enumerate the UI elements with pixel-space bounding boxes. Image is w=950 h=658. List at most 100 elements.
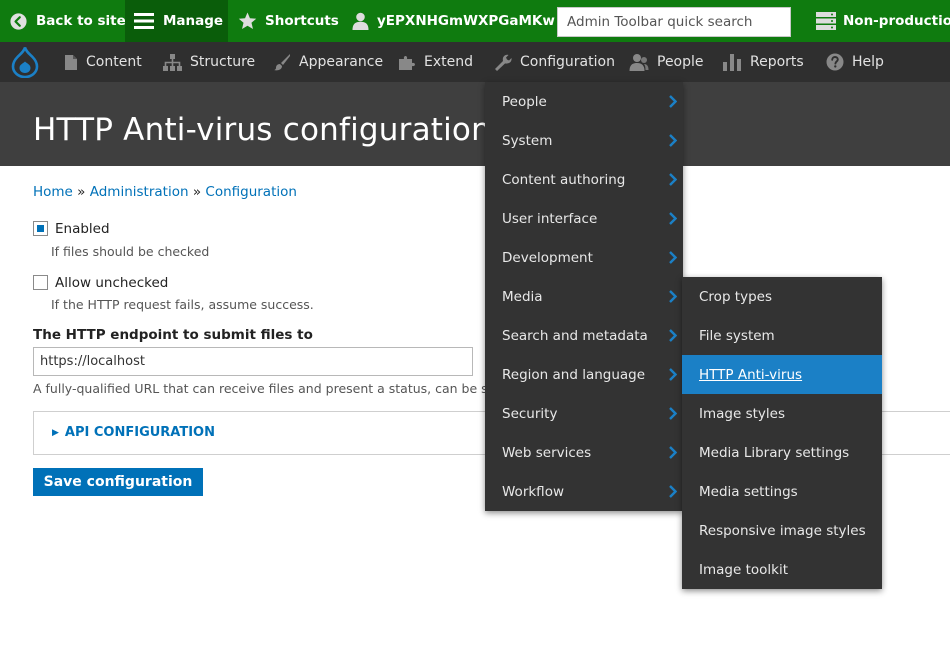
config-menu-item-label: Web services <box>502 444 592 461</box>
media-menu-item-label: HTTP Anti-virus <box>699 366 803 383</box>
config-menu-item-label: Development <box>502 249 593 266</box>
config-menu-item-media[interactable]: Media <box>485 277 683 316</box>
admin-menu-people-label: People <box>657 54 704 70</box>
admin-toolbar: Back to site Manage Shortcuts yEPXNHGmWX… <box>0 0 950 42</box>
user-icon <box>352 12 369 30</box>
media-menu-item-label: Crop types <box>699 288 772 305</box>
config-menu-item-label: Region and language <box>502 366 646 383</box>
media-menu-item-label: Media settings <box>699 483 798 500</box>
config-menu-item-label: Security <box>502 405 558 422</box>
chevron-right-icon <box>669 290 677 303</box>
media-menu-item-label: Responsive image styles <box>699 522 866 539</box>
breadcrumb-administration-link[interactable]: Administration <box>90 184 189 200</box>
back-to-site-link[interactable]: Back to site <box>10 0 126 42</box>
arrow-left-circle-icon <box>10 12 27 30</box>
document-icon <box>65 54 77 70</box>
breadcrumb-home-link[interactable]: Home <box>33 184 73 200</box>
media-menu-item-http-anti-virus[interactable]: HTTP Anti-virus <box>682 355 882 394</box>
chevron-right-icon <box>669 212 677 225</box>
user-tab[interactable]: yEPXNHGmWXPGaMKw <box>352 0 555 42</box>
media-menu-item-label: Media Library settings <box>699 444 850 461</box>
chevron-right-icon <box>669 134 677 147</box>
puzzle-icon <box>399 55 415 70</box>
endpoint-url-input[interactable] <box>33 347 473 376</box>
shortcuts-label: Shortcuts <box>265 13 339 29</box>
config-menu-item-label: User interface <box>502 210 598 227</box>
config-menu-item-label: Content authoring <box>502 171 626 188</box>
config-menu-item-user-interface[interactable]: User interface <box>485 199 683 238</box>
config-menu-item-people[interactable]: People <box>485 82 683 121</box>
config-menu-item-region-and-language[interactable]: Region and language <box>485 355 683 394</box>
admin-menu-people[interactable]: People <box>629 42 704 82</box>
media-menu-item-file-system[interactable]: File system <box>682 316 882 355</box>
admin-menu-help[interactable]: Help <box>826 42 884 82</box>
config-menu-item-label: Media <box>502 288 543 305</box>
admin-menu-structure-label: Structure <box>190 54 256 70</box>
media-menu-item-media-settings[interactable]: Media settings <box>682 472 882 511</box>
admin-menu-help-label: Help <box>852 54 884 70</box>
chevron-right-icon <box>669 368 677 381</box>
enabled-label[interactable]: Enabled <box>55 221 110 237</box>
shortcuts-tab[interactable]: Shortcuts <box>238 0 339 42</box>
media-menu-item-label: Image styles <box>699 405 785 422</box>
config-menu-item-security[interactable]: Security <box>485 394 683 433</box>
admin-toolbar-search-input[interactable] <box>557 7 791 37</box>
config-menu-item-label: People <box>502 93 547 110</box>
admin-menu-reports[interactable]: Reports <box>723 42 804 82</box>
admin-menu-structure[interactable]: Structure <box>163 42 255 82</box>
media-menu-item-label: Image toolkit <box>699 561 788 578</box>
back-to-site-label: Back to site <box>36 13 126 29</box>
admin-menu-bar: Content Structure Appearance Extend Conf… <box>0 42 950 82</box>
admin-menu-appearance-label: Appearance <box>299 54 384 70</box>
hamburger-icon <box>134 13 154 29</box>
config-menu-item-content-authoring[interactable]: Content authoring <box>485 160 683 199</box>
config-menu-item-label: Workflow <box>502 483 564 500</box>
breadcrumb-separator: » <box>77 184 86 200</box>
endpoint-description: A fully-qualified URL that can receive f… <box>33 381 531 396</box>
allow-unchecked-checkbox[interactable] <box>33 275 48 290</box>
chevron-right-icon <box>669 407 677 420</box>
drupal-logo-icon[interactable] <box>10 46 40 78</box>
media-menu-item-label: File system <box>699 327 775 344</box>
manage-tab[interactable]: Manage <box>125 0 228 42</box>
environment-indicator[interactable]: Non-production <box>816 0 950 42</box>
allow-unchecked-description: If the HTTP request fails, assume succes… <box>51 297 314 312</box>
media-menu-item-media-library-settings[interactable]: Media Library settings <box>682 433 882 472</box>
sitemap-icon <box>163 53 182 71</box>
username-label: yEPXNHGmWXPGaMKw <box>377 13 555 29</box>
star-icon <box>238 12 257 30</box>
triangle-right-icon: ▶ <box>52 427 59 438</box>
chevron-right-icon <box>669 173 677 186</box>
wrench-icon <box>495 54 512 71</box>
admin-menu-content[interactable]: Content <box>64 42 142 82</box>
environment-label: Non-production <box>843 13 950 29</box>
media-menu-item-image-styles[interactable]: Image styles <box>682 394 882 433</box>
help-icon <box>826 53 844 71</box>
save-configuration-button[interactable]: Save configuration <box>33 468 203 496</box>
admin-menu-appearance[interactable]: Appearance <box>273 42 383 82</box>
enabled-checkbox[interactable] <box>33 221 48 236</box>
manage-label: Manage <box>163 13 224 29</box>
config-menu-item-development[interactable]: Development <box>485 238 683 277</box>
admin-menu-configuration[interactable]: Configuration <box>493 42 615 82</box>
config-menu-item-web-services[interactable]: Web services <box>485 433 683 472</box>
people-icon <box>629 54 649 71</box>
admin-menu-content-label: Content <box>86 54 142 70</box>
config-menu-item-search-and-metadata[interactable]: Search and metadata <box>485 316 683 355</box>
config-menu-item-workflow[interactable]: Workflow <box>485 472 683 511</box>
media-menu-item-responsive-image-styles[interactable]: Responsive image styles <box>682 511 882 550</box>
chevron-right-icon <box>669 446 677 459</box>
enabled-description: If files should be checked <box>51 244 210 259</box>
media-menu-item-image-toolkit[interactable]: Image toolkit <box>682 550 882 589</box>
admin-menu-extend[interactable]: Extend <box>398 42 473 82</box>
breadcrumb: Home » Administration » Configuration <box>33 184 297 200</box>
config-menu-item-system[interactable]: System <box>485 121 683 160</box>
api-configuration-label: API CONFIGURATION <box>64 425 215 440</box>
media-menu-item-crop-types[interactable]: Crop types <box>682 277 882 316</box>
config-menu-item-label: System <box>502 132 553 149</box>
admin-menu-extend-label: Extend <box>424 54 473 70</box>
breadcrumb-configuration-link[interactable]: Configuration <box>205 184 297 200</box>
api-configuration-summary[interactable]: ▶ API CONFIGURATION <box>52 425 215 440</box>
allow-unchecked-label[interactable]: Allow unchecked <box>55 275 168 291</box>
chevron-right-icon <box>669 95 677 108</box>
